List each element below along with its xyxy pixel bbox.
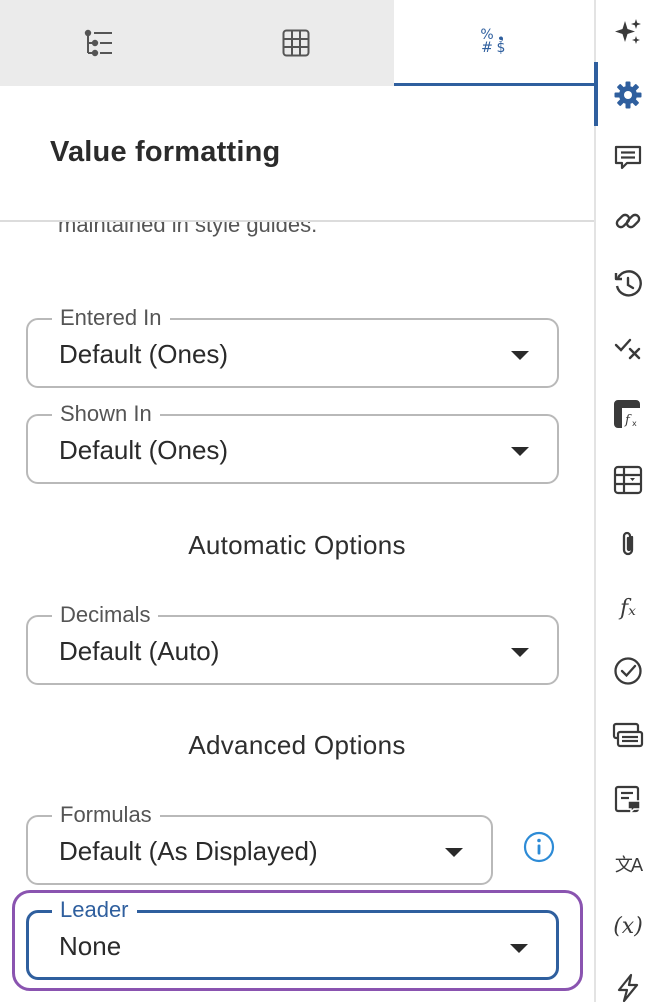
decimals-label: Decimals (52, 601, 159, 629)
translate-icon[interactable]: 文A (606, 842, 650, 886)
lightning-icon[interactable] (606, 966, 650, 1002)
grid-table-icon (282, 29, 310, 57)
info-icon[interactable] (523, 831, 555, 863)
tab-outline[interactable] (0, 0, 197, 86)
shown-in-label: Shown In (52, 400, 160, 428)
function-icon[interactable]: 𝑓ₓ (606, 586, 650, 630)
page-title: Value formatting (50, 136, 281, 168)
panel-header: Value formatting (0, 86, 594, 222)
svg-text:x: x (632, 419, 637, 428)
tab-value-formatting[interactable]: % ❟ # $ (394, 0, 594, 86)
active-indicator (594, 62, 598, 126)
gear-icon[interactable] (606, 73, 650, 117)
chevron-down-icon (511, 351, 529, 360)
table-formula-icon[interactable]: f x (606, 392, 650, 436)
right-toolbar: f x 𝑓ₓ 文A (x) (594, 0, 652, 1002)
panel-tabs: % ❟ # $ (0, 0, 594, 86)
entered-in-select[interactable]: Entered In Default (Ones) (26, 304, 559, 388)
decimals-value: Default (Auto) (59, 636, 220, 666)
function-label: 𝑓ₓ (620, 595, 636, 621)
formatting-panel: % ❟ # $ Value formatting maintained in s… (0, 0, 594, 1002)
tree-list-icon (84, 29, 114, 57)
dollar-glyph: $ (496, 39, 506, 56)
cards-icon[interactable] (606, 713, 650, 757)
note-comment-icon[interactable] (606, 777, 650, 821)
formulas-select[interactable]: Formulas Default (As Displayed) (26, 801, 493, 885)
shown-in-value: Default (Ones) (59, 435, 229, 465)
leader-label: Leader (52, 896, 137, 924)
comment-icon[interactable] (606, 136, 650, 180)
leader-value: None (59, 931, 122, 961)
advanced-options-heading: Advanced Options (188, 730, 406, 760)
link-icon[interactable] (606, 199, 650, 243)
table-dropdown-icon[interactable] (606, 458, 650, 502)
variable-label: (x) (613, 913, 643, 939)
hash-glyph: # (481, 39, 493, 56)
chevron-down-icon (511, 447, 529, 456)
check-x-icon[interactable] (606, 325, 650, 369)
history-icon[interactable] (606, 262, 650, 306)
decimals-select[interactable]: Decimals Default (Auto) (26, 601, 559, 685)
translate-label: 文A (614, 855, 643, 876)
formulas-value: Default (As Displayed) (59, 836, 318, 866)
shown-in-select[interactable]: Shown In Default (Ones) (26, 400, 559, 484)
chevron-down-icon (511, 648, 529, 657)
chevron-down-icon (445, 848, 463, 857)
automatic-options-heading: Automatic Options (188, 530, 406, 560)
entered-in-value: Default (Ones) (59, 339, 229, 369)
sparkle-icon[interactable] (606, 10, 650, 54)
formulas-label: Formulas (52, 801, 160, 829)
check-circle-icon[interactable] (606, 649, 650, 693)
number-format-icon: % ❟ # $ (480, 28, 508, 56)
leader-select[interactable]: Leader None (26, 896, 559, 980)
tab-table[interactable] (197, 0, 394, 86)
entered-in-label: Entered In (52, 304, 170, 332)
paperclip-icon[interactable] (606, 522, 650, 566)
variable-icon[interactable]: (x) (606, 904, 650, 948)
chevron-down-icon (510, 944, 528, 953)
